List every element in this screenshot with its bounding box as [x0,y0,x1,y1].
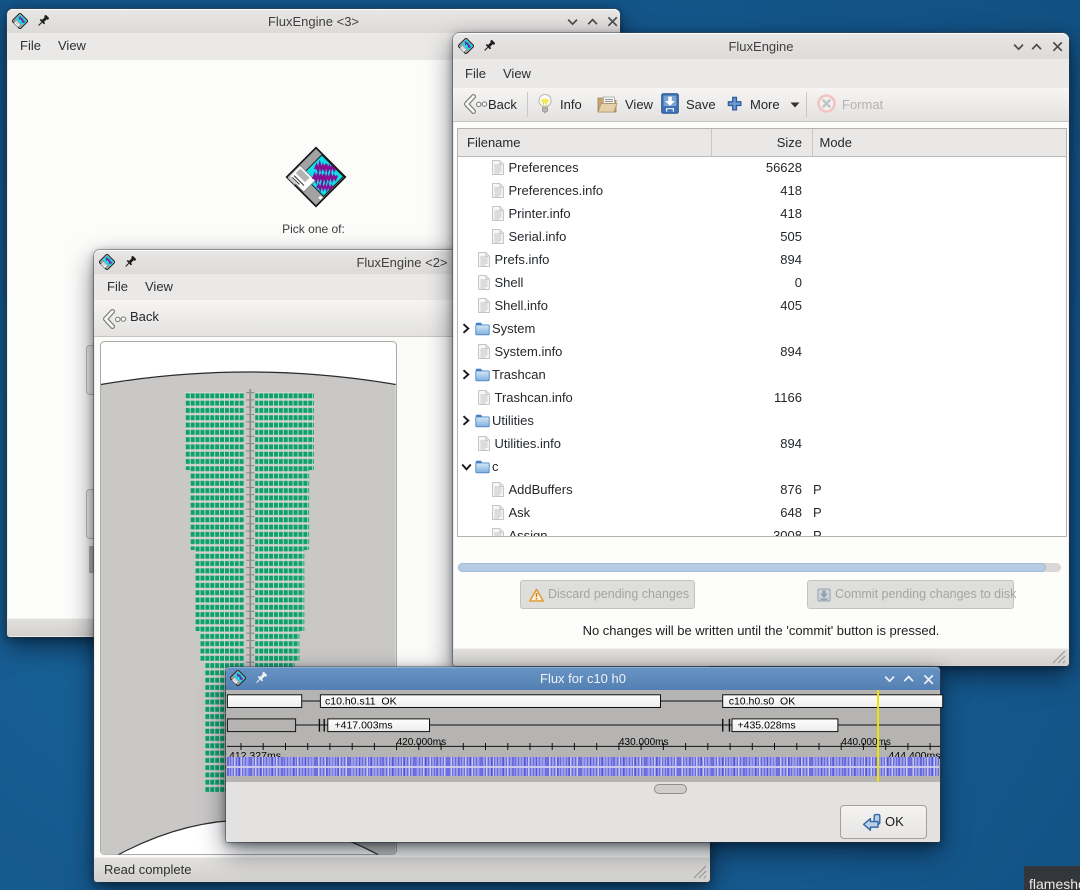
svg-text:420.000ms: 420.000ms [397,737,446,748]
svg-text:c10.h0.s0 OK: c10.h0.s0 OK [729,695,796,707]
svg-text:+417.003ms: +417.003ms [335,720,393,732]
svg-text:430.000ms: 430.000ms [619,737,668,748]
svg-text:+435.028ms: +435.028ms [738,720,796,732]
svg-text:440.000ms: 440.000ms [841,737,890,748]
svg-text:c10.h0.s11 OK: c10.h0.s11 OK [325,695,397,707]
